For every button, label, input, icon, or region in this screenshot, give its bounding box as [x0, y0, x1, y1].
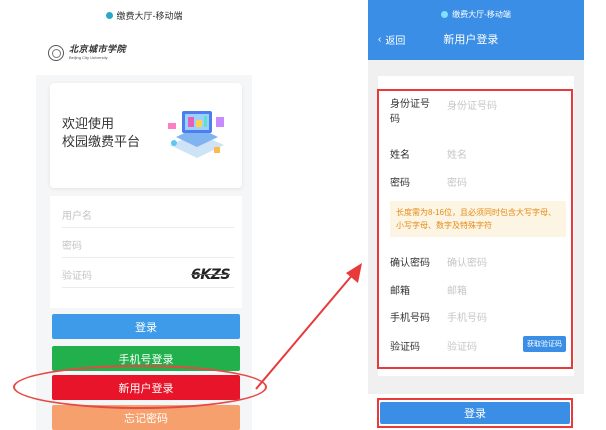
status-bar: 缴费大厅-移动端: [36, 0, 252, 30]
password-input[interactable]: 密码: [62, 232, 234, 258]
highlight-form-box: [377, 89, 573, 369]
app-icon: [105, 11, 113, 19]
top-bar: 缴费大厅-移动端 ‹ 返回 新用户登录: [368, 0, 584, 60]
page-title: 新用户登录: [443, 34, 499, 46]
app-icon: [441, 10, 449, 18]
school-seal-icon: [48, 44, 64, 61]
back-button[interactable]: ‹ 返回: [378, 32, 405, 47]
captcha-input[interactable]: 验证码 6KZS: [62, 262, 234, 288]
pointer-arrow-icon: [255, 263, 362, 390]
highlight-login-box: [377, 398, 573, 428]
nav-bar: ‹ 返回 新用户登录: [368, 28, 584, 50]
platform-illustration-icon: [168, 111, 224, 158]
welcome-card: 欢迎使用 校园缴费平台: [50, 83, 242, 188]
status-bar: 缴费大厅-移动端: [368, 0, 584, 28]
login-form: 用户名 密码 验证码 6KZS: [50, 196, 242, 308]
welcome-line-1: 欢迎使用: [62, 116, 115, 131]
captcha-image[interactable]: 6KZS: [191, 267, 234, 283]
username-placeholder: 用户名: [62, 211, 92, 222]
chevron-left-icon: ‹: [378, 33, 382, 45]
school-logo: 北京城市学院 Beijing City University: [69, 44, 127, 60]
password-placeholder: 密码: [62, 241, 82, 252]
username-input[interactable]: 用户名: [62, 202, 234, 228]
status-title: 缴费大厅-移动端: [452, 9, 511, 19]
school-header: 北京城市学院 Beijing City University: [36, 30, 252, 75]
highlight-oval: [13, 365, 267, 409]
school-name-cn: 北京城市学院: [69, 44, 127, 55]
welcome-line-2: 校园缴费平台: [62, 134, 141, 149]
status-title: 缴费大厅-移动端: [116, 10, 183, 21]
school-name-en: Beijing City University: [69, 54, 108, 60]
back-label: 返回: [385, 35, 406, 47]
captcha-placeholder: 验证码: [62, 271, 92, 282]
login-button[interactable]: 登录: [52, 314, 240, 339]
